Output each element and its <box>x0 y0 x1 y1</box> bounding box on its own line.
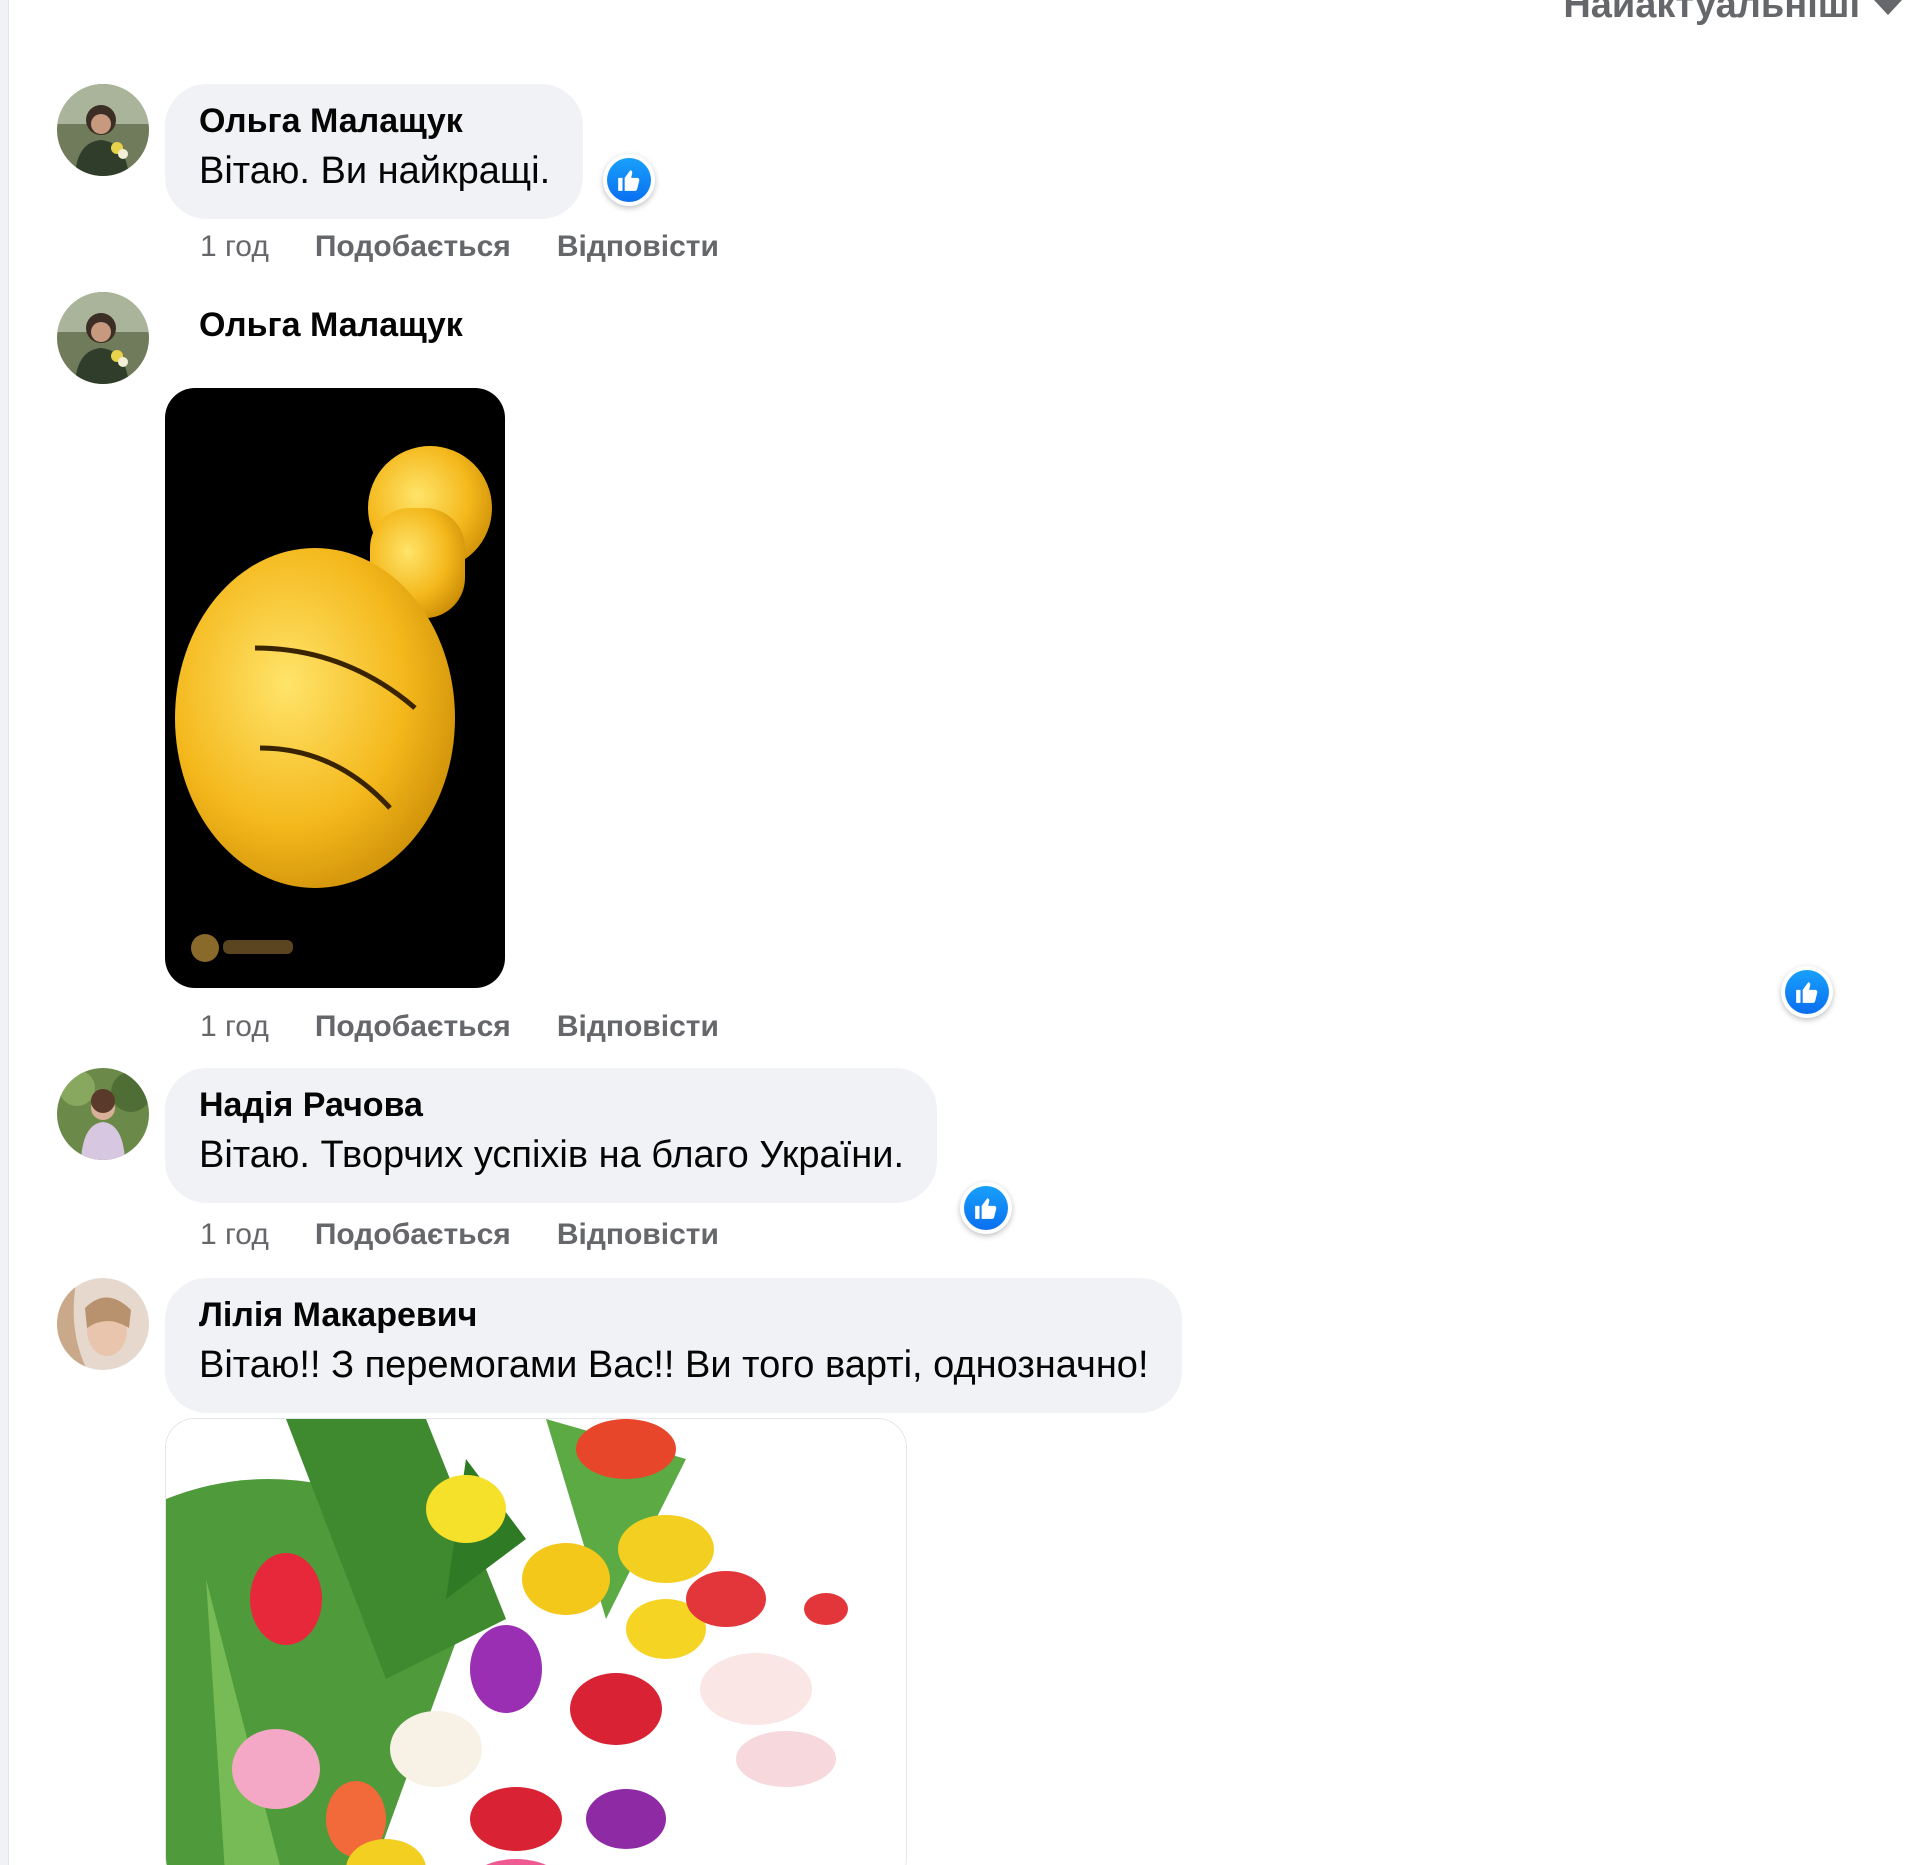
sort-dropdown[interactable]: Найактуальніші <box>1563 0 1902 27</box>
comment-author[interactable]: Надія Рачова <box>199 1085 904 1125</box>
avatar[interactable] <box>57 1278 149 1370</box>
like-button[interactable]: Подобається <box>315 1218 511 1252</box>
comment-item: Ольга Малащук Вітаю. Ви найкращі. 1 год … <box>57 84 1857 284</box>
comment-text: Вітаю. Творчих успіхів на благо України. <box>199 1134 905 1176</box>
like-reaction-icon <box>1785 970 1829 1014</box>
comment-timestamp[interactable]: 1 год <box>200 1010 269 1044</box>
like-button[interactable]: Подобається <box>315 230 511 264</box>
like-button[interactable]: Подобається <box>315 1010 511 1044</box>
reply-button[interactable]: Відповісти <box>557 1218 719 1252</box>
comment-actions: 1 год Подобається Відповісти <box>200 230 719 264</box>
like-reaction-icon <box>607 158 651 202</box>
comment-bubble: Лілія Макаревич Вітаю!! З перемогами Вас… <box>165 1278 1182 1413</box>
reply-button[interactable]: Відповісти <box>557 230 719 264</box>
left-page-edge <box>0 0 9 1865</box>
comment-item: Лілія Макаревич Вітаю!! З перемогами Вас… <box>57 1278 1857 1865</box>
sort-dropdown-label: Найактуальніші <box>1563 0 1860 26</box>
comment-text: Вітаю. Ви найкращі. <box>199 150 551 192</box>
like-reaction-badge[interactable] <box>1781 966 1833 1018</box>
comment-bubble: Ольга Малащук Вітаю. Ви найкращі. <box>165 84 584 219</box>
comment-author[interactable]: Ольга Малащук <box>199 101 550 141</box>
thumbs-up-gif-image <box>165 388 505 988</box>
thumbs-up-gif[interactable] <box>165 388 505 988</box>
avatar[interactable] <box>57 1068 149 1160</box>
comment-timestamp[interactable]: 1 год <box>200 230 269 264</box>
reply-button[interactable]: Відповісти <box>557 1010 719 1044</box>
comment-item: Надія Рачова Вітаю. Творчих успіхів на б… <box>57 1068 1857 1268</box>
avatar-image <box>57 84 149 176</box>
comment-timestamp[interactable]: 1 год <box>200 1218 269 1252</box>
avatar[interactable] <box>57 84 149 176</box>
tulip-bouquet-image <box>166 1419 906 1865</box>
comment-actions: 1 год Подобається Відповісти <box>200 1010 719 1044</box>
comments-section: Найактуальніші Ольга Малащук Вітаю. Ви н… <box>0 0 1920 1865</box>
avatar-image <box>57 1068 149 1160</box>
caret-down-icon <box>1874 0 1902 15</box>
comment-text: Вітаю!! З перемогами Вас!! Ви того варті… <box>199 1344 1149 1386</box>
like-reaction-icon <box>964 1186 1008 1230</box>
avatar-image <box>57 292 149 384</box>
tulips-image[interactable] <box>165 1418 907 1865</box>
like-reaction-badge[interactable] <box>603 154 655 206</box>
comment-item: Ольга Малащук 1 год Подобається Відповіс… <box>57 292 1857 1062</box>
comment-author[interactable]: Ольга Малащук <box>199 306 463 345</box>
like-reaction-badge[interactable] <box>960 1182 1012 1234</box>
avatar-image <box>57 1278 149 1370</box>
comment-actions: 1 год Подобається Відповісти <box>200 1218 719 1252</box>
avatar[interactable] <box>57 292 149 384</box>
comment-bubble: Надія Рачова Вітаю. Творчих успіхів на б… <box>165 1068 938 1203</box>
comment-author[interactable]: Лілія Макаревич <box>199 1295 1149 1335</box>
